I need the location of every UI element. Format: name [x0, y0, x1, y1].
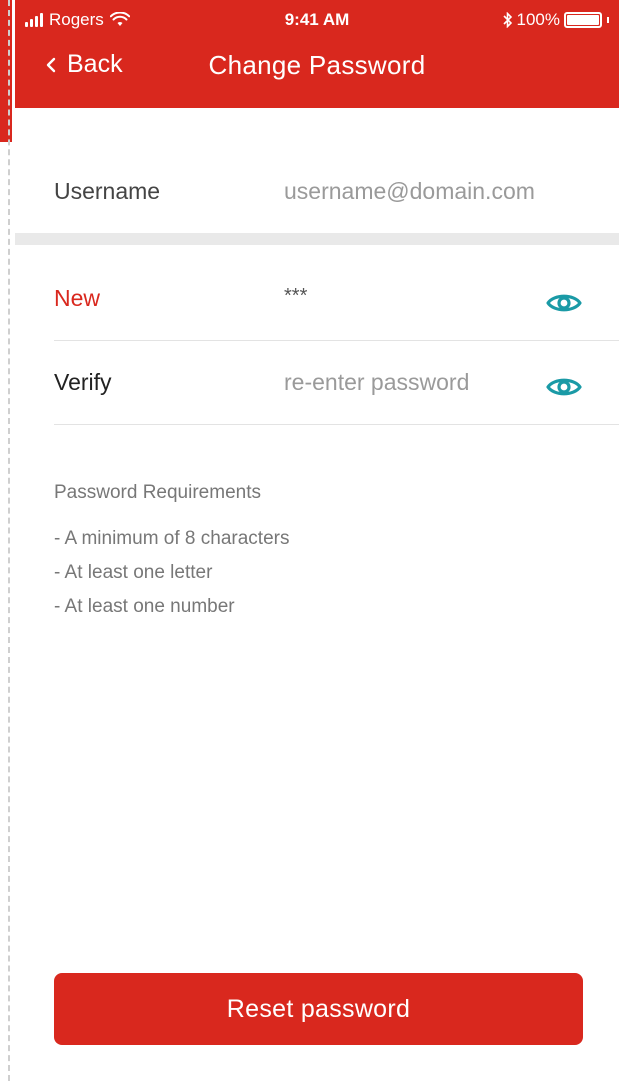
left-dashed-guide [8, 0, 10, 1081]
password-requirements: Password Requirements - A minimum of 8 c… [54, 482, 289, 624]
eye-icon[interactable] [545, 373, 583, 401]
new-password-field[interactable]: *** [284, 285, 307, 308]
battery-fill [567, 15, 599, 25]
requirement-item: - At least one letter [54, 562, 213, 583]
nav-bar: Back Change Password [15, 42, 619, 98]
verify-password-row: Verify re-enter password [54, 369, 619, 425]
header: Rogers 9:41 AM 100% Back Change Password [15, 0, 619, 108]
new-password-label: New [54, 285, 101, 311]
battery-icon [564, 12, 602, 28]
requirements-title: Password Requirements [54, 482, 261, 503]
username-row: Username username@domain.com [54, 178, 619, 218]
battery-tip [607, 17, 609, 23]
left-red-tab [0, 0, 12, 142]
eye-icon[interactable] [545, 289, 583, 317]
username-value: username@domain.com [284, 178, 535, 204]
battery-percent: 100% [516, 10, 560, 29]
section-divider [15, 233, 619, 245]
new-password-row: New *** [54, 285, 619, 341]
status-right: 100% [502, 10, 609, 30]
status-bar: Rogers 9:41 AM 100% [15, 0, 619, 40]
verify-password-field[interactable]: re-enter password [284, 369, 469, 396]
requirement-item: - At least one number [54, 596, 235, 617]
bluetooth-icon [502, 12, 512, 28]
requirements-list: - A minimum of 8 characters - At least o… [54, 522, 289, 624]
username-label: Username [54, 178, 161, 204]
requirement-item: - A minimum of 8 characters [54, 528, 290, 549]
reset-password-button[interactable]: Reset password [54, 973, 583, 1045]
page-title: Change Password [208, 50, 426, 80]
verify-password-label: Verify [54, 369, 112, 395]
